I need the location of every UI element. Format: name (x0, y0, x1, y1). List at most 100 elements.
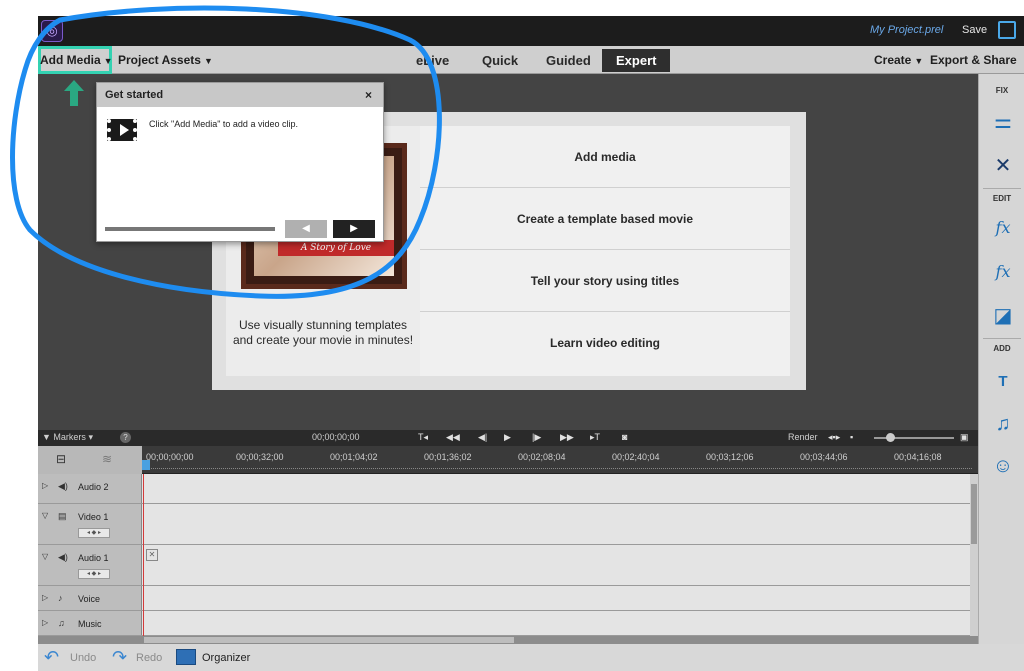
expand-icon[interactable]: ▷ (42, 481, 48, 490)
popup-prev-button[interactable]: ◀ (285, 220, 327, 238)
step-forward-icon[interactable]: |▶ (532, 432, 541, 443)
horizontal-scroll-thumb[interactable] (144, 637, 514, 643)
goto-start-icon[interactable]: T◂ (418, 432, 428, 443)
track-view-icon[interactable]: ▪ (850, 432, 853, 442)
title-bar: ◎ My Project.prel Save (38, 16, 1024, 46)
film-strip-icon[interactable]: ▤ (58, 511, 67, 522)
panel-divider (983, 188, 1021, 189)
track-audio-2[interactable]: ▷ ◀) Audio 2 (38, 474, 970, 504)
color-icon[interactable]: ◪ (991, 304, 1015, 328)
ruler-dots (144, 468, 972, 469)
template-movie-option[interactable]: Create a template based movie (420, 188, 790, 250)
collapse-icon[interactable]: ▽ (42, 511, 48, 520)
current-timecode: 00;00;00;00 (312, 432, 360, 442)
chevron-down-icon: ▼ (914, 56, 924, 66)
project-assets-label: Project Assets (118, 53, 201, 67)
snap-icon[interactable]: ⊟ (56, 452, 66, 466)
render-button[interactable]: Render (788, 432, 818, 442)
graphics-icon[interactable]: ☺ (991, 454, 1015, 478)
title-icon[interactable]: T (991, 370, 1015, 394)
tab-elive[interactable]: eLive (416, 53, 449, 68)
microphone-icon[interactable]: ♪ (58, 593, 63, 603)
learn-editing-option[interactable]: Learn video editing (420, 312, 790, 374)
mute-clip-icon[interactable]: ✕ (146, 549, 158, 561)
undo-button[interactable]: Undo (70, 652, 96, 664)
chevron-down-icon: ▼ (203, 56, 213, 66)
ruler-tick: 00;04;16;08 (894, 452, 942, 462)
popup-progress (105, 227, 275, 231)
expand-icon[interactable]: ▷ (42, 618, 48, 627)
collapse-icon[interactable]: ▽ (42, 552, 48, 561)
organizer-button[interactable]: Organizer (202, 652, 250, 664)
chevron-down-icon: ▼ (103, 56, 113, 66)
keyframe-nav[interactable]: ◂ ◆ ▸ (78, 528, 110, 538)
track-label: Audio 2 (78, 482, 109, 492)
music-icon[interactable]: ♫ (991, 412, 1015, 436)
markers-menu[interactable]: ▼ Markers ▾ (42, 432, 93, 443)
audio-mix-icon[interactable]: ◂▪▸ (828, 432, 840, 443)
tools-icon[interactable]: ✕ (991, 154, 1015, 178)
welcome-options: Add media Create a template based movie … (420, 126, 790, 376)
bottom-bar: ↶ Undo ↷ Redo Organizer (38, 644, 1024, 671)
close-icon[interactable]: × (365, 88, 372, 102)
speaker-icon[interactable]: ◀) (58, 481, 68, 492)
ruler-tick: 00;00;00;00 (146, 452, 194, 462)
export-share-menu[interactable]: Export & Share (930, 53, 1017, 67)
horizontal-scrollbar[interactable] (38, 636, 978, 644)
play-icon[interactable]: ▶ (504, 432, 511, 443)
track-header: ▽ ◀) Audio 1 ◂ ◆ ▸ (38, 545, 142, 585)
redo-button[interactable]: Redo (136, 652, 162, 664)
tab-guided[interactable]: Guided (546, 53, 591, 68)
redo-icon[interactable]: ↷ (112, 647, 127, 668)
adjust-icon[interactable]: ⚌ (991, 110, 1015, 134)
markers-label: Markers (53, 432, 86, 442)
fit-timeline-icon[interactable]: ▣ (960, 432, 969, 443)
vertical-scrollbar[interactable] (970, 474, 978, 636)
goto-end-icon[interactable]: ▸T (590, 432, 600, 443)
track-video-1[interactable]: ▽ ▤ Video 1 ◂ ◆ ▸ (38, 504, 970, 545)
playhead-handle[interactable] (142, 460, 150, 470)
undo-icon[interactable]: ↶ (44, 647, 59, 668)
get-started-popup: Get started × Click "Add Media" to add a… (96, 82, 384, 242)
step-back-icon[interactable]: ◀| (478, 432, 487, 443)
timeline-ruler[interactable]: ⊟ ≋ 00;00;00;00 00;00;32;00 00;01;04;02 … (38, 446, 978, 474)
fullscreen-icon[interactable] (998, 21, 1016, 39)
track-header: ▽ ▤ Video 1 ◂ ◆ ▸ (38, 504, 142, 544)
playhead-line (143, 474, 144, 638)
audio-wave-icon[interactable]: ≋ (102, 452, 112, 466)
app-logo-icon[interactable]: ◎ (41, 20, 63, 42)
camera-icon[interactable]: ◙ (622, 432, 627, 442)
rewind-icon[interactable]: ◀◀ (446, 432, 460, 443)
ruler-tick: 00;03;44;06 (800, 452, 848, 462)
fast-forward-icon[interactable]: ▶▶ (560, 432, 574, 443)
app-window: ◎ My Project.prel Save Add Media ▼ Projec… (0, 0, 1024, 671)
add-media-menu[interactable]: Add Media ▼ (40, 53, 113, 67)
organizer-icon[interactable] (176, 649, 196, 665)
speaker-icon[interactable]: ◀) (58, 552, 68, 563)
track-header: ▷ ♪ Voice (38, 586, 142, 610)
titles-story-option[interactable]: Tell your story using titles (420, 250, 790, 312)
menu-bar: Add Media ▼ Project Assets ▼ eLive Quick G… (38, 46, 1024, 74)
track-music[interactable]: ▷ ♫ Music (38, 611, 970, 636)
popup-next-button[interactable]: ▶ (333, 220, 375, 238)
track-audio-1[interactable]: ▽ ◀) Audio 1 ◂ ◆ ▸ ✕ (38, 545, 970, 586)
music-note-icon[interactable]: ♫ (58, 618, 65, 628)
tab-quick[interactable]: Quick (482, 53, 518, 68)
project-assets-menu[interactable]: Project Assets ▼ (118, 53, 213, 67)
zoom-slider-handle[interactable] (886, 433, 895, 442)
ruler-tick: 00;03;12;06 (706, 452, 754, 462)
fx-icon[interactable]: fx (991, 260, 1015, 284)
create-menu[interactable]: Create ▼ (874, 53, 923, 67)
add-label: ADD (993, 344, 1011, 353)
track-label: Voice (78, 594, 101, 604)
project-name: My Project.prel (870, 24, 944, 36)
keyframe-nav[interactable]: ◂ ◆ ▸ (78, 569, 110, 579)
save-button[interactable]: Save (962, 24, 987, 36)
fx-edit-icon[interactable]: fx (991, 216, 1015, 240)
vertical-scroll-thumb[interactable] (971, 484, 977, 544)
expand-icon[interactable]: ▷ (42, 593, 48, 602)
tab-expert[interactable]: Expert (602, 49, 671, 72)
track-voice[interactable]: ▷ ♪ Voice (38, 586, 970, 611)
add-media-option[interactable]: Add media (420, 126, 790, 188)
help-icon[interactable]: ? (120, 432, 131, 443)
